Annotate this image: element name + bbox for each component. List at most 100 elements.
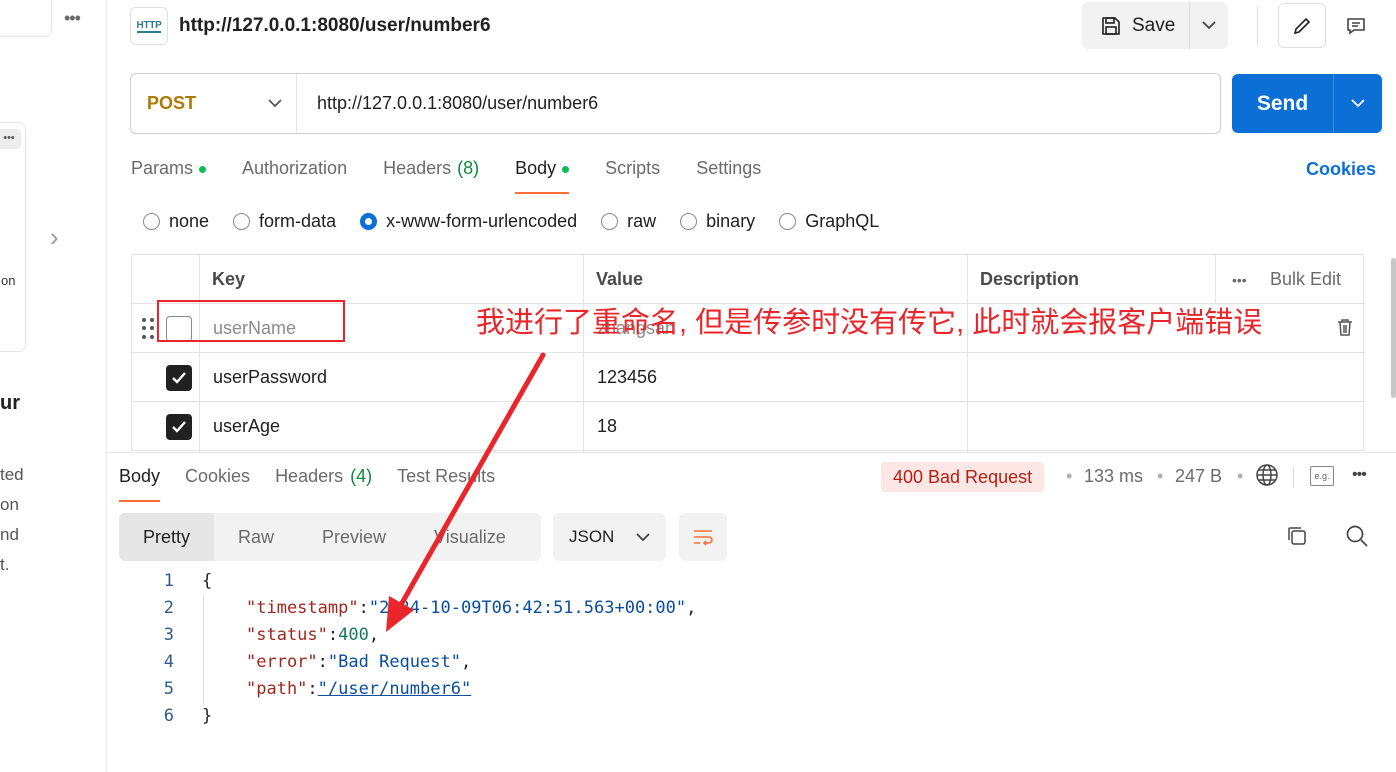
- annotation-text: 我进行了重命名, 但是传参时没有传它, 此时就会报客户端错误: [476, 307, 1263, 339]
- format-raw[interactable]: Raw: [214, 513, 298, 561]
- comments-button[interactable]: [1334, 3, 1378, 48]
- card-more-icon[interactable]: •••: [0, 129, 21, 149]
- url-bar: POST http://127.0.0.1:8080/user/number6: [130, 73, 1221, 134]
- body-active-dot: [562, 166, 570, 173]
- row-checkbox[interactable]: [166, 413, 192, 440]
- code-line: 4 "error": "Bad Request",: [163, 651, 472, 672]
- chevron-down-icon: [268, 99, 282, 108]
- tab-scripts[interactable]: Scripts: [605, 158, 660, 194]
- response-tab-headers[interactable]: Headers (4): [275, 466, 372, 502]
- more-options-icon[interactable]: •••: [1352, 466, 1367, 484]
- code-line: 2 "timestamp": "2024-10-09T06:42:51.563+0…: [163, 597, 697, 618]
- tab-authorization[interactable]: Authorization: [242, 158, 347, 194]
- tab-params[interactable]: Params: [131, 158, 207, 194]
- format-tabs: Pretty Raw Preview Visualize: [119, 513, 541, 561]
- save-example-icon[interactable]: e.g.: [1310, 466, 1334, 486]
- copy-icon[interactable]: [1285, 524, 1309, 548]
- format-preview[interactable]: Preview: [298, 513, 410, 561]
- tab-headers[interactable]: Headers (8): [383, 158, 479, 194]
- save-options-dropdown[interactable]: [1190, 21, 1228, 30]
- code-line: 3 "status": 400,: [163, 624, 380, 645]
- description-column-header: Description: [980, 269, 1080, 289]
- chevron-down-icon: [1202, 21, 1216, 30]
- tab-body[interactable]: Body: [515, 158, 570, 194]
- wrap-icon: [694, 530, 713, 546]
- language-select[interactable]: JSON: [553, 513, 666, 561]
- radio-binary[interactable]: binary: [680, 211, 755, 232]
- edit-button[interactable]: [1278, 3, 1326, 48]
- code-line: 6}: [163, 705, 213, 726]
- radio-none[interactable]: none: [143, 211, 209, 232]
- wrap-lines-button[interactable]: [679, 513, 727, 561]
- code-line: 5 "path": "/user/number6": [163, 678, 472, 699]
- trash-icon[interactable]: [1336, 317, 1354, 337]
- key-column-header: Key: [212, 269, 246, 289]
- sidebar-heading: ur: [0, 392, 20, 414]
- param-key[interactable]: userPassword: [213, 353, 327, 402]
- response-divider[interactable]: [107, 452, 1396, 453]
- radio-form-data[interactable]: form-data: [233, 211, 336, 232]
- checkmark-icon: [172, 421, 186, 433]
- response-tabs: Body Cookies Headers (4) Test Results: [119, 466, 520, 502]
- comment-icon: [1347, 17, 1365, 35]
- chevron-right-icon[interactable]: ›: [50, 222, 59, 253]
- sidebar-line-2: on: [0, 495, 19, 514]
- more-options-icon[interactable]: •••: [64, 8, 81, 29]
- param-value[interactable]: 18: [597, 402, 617, 451]
- tab-settings[interactable]: Settings: [696, 158, 761, 194]
- response-tab-body[interactable]: Body: [119, 466, 161, 502]
- code-line: 1{: [163, 570, 213, 591]
- card-text: on: [1, 273, 16, 288]
- status-badge[interactable]: 400 Bad Request: [881, 462, 1045, 492]
- radio-x-www-form-urlencoded[interactable]: x-www-form-urlencoded: [360, 211, 577, 232]
- sidebar-search-box[interactable]: [0, 0, 52, 37]
- sidebar-line-1: ted: [0, 465, 24, 484]
- save-icon: [1102, 16, 1120, 35]
- checkmark-icon: [172, 372, 186, 384]
- chevron-down-icon: [636, 532, 650, 541]
- more-icon[interactable]: •••: [1232, 255, 1247, 304]
- send-button[interactable]: Send: [1232, 74, 1334, 133]
- format-pretty[interactable]: Pretty: [119, 513, 215, 561]
- response-size[interactable]: 247 B: [1175, 466, 1222, 487]
- body-type-radios: none form-data x-www-form-urlencoded raw…: [143, 211, 903, 232]
- search-icon[interactable]: [1345, 524, 1369, 548]
- table-row: userAge 18: [132, 402, 1365, 451]
- response-tab-test-results[interactable]: Test Results: [397, 466, 495, 502]
- bulk-edit-button[interactable]: Bulk Edit: [1270, 255, 1341, 304]
- table-header-row: Key Value Description ••• Bulk Edit: [132, 255, 1365, 304]
- param-key[interactable]: userAge: [213, 402, 280, 451]
- format-visualize[interactable]: Visualize: [410, 513, 530, 561]
- response-time[interactable]: 133 ms: [1084, 466, 1143, 487]
- chevron-down-icon: [1351, 99, 1365, 108]
- table-row: userPassword 123456: [132, 353, 1365, 402]
- method-select[interactable]: POST: [131, 74, 297, 133]
- annotation-highlight-box: [157, 300, 345, 342]
- param-value[interactable]: 123456: [597, 353, 657, 402]
- radio-raw[interactable]: raw: [601, 211, 656, 232]
- sidebar-line-4: t.: [0, 555, 10, 574]
- sidebar-panel: ••• ••• on › ur ted on nd t.: [0, 0, 107, 772]
- http-request-icon: HTTP: [130, 7, 168, 45]
- row-checkbox[interactable]: [166, 364, 192, 391]
- globe-icon[interactable]: [1255, 463, 1279, 487]
- scrollbar[interactable]: [1391, 258, 1396, 398]
- params-active-dot: [199, 166, 207, 173]
- sidebar-card: ••• on: [0, 122, 26, 352]
- response-tab-cookies[interactable]: Cookies: [185, 466, 250, 502]
- sidebar-line-3: nd: [0, 525, 19, 544]
- drag-handle-icon[interactable]: [142, 318, 154, 340]
- params-table: Key Value Description ••• Bulk Edit user…: [131, 254, 1365, 452]
- radio-graphql[interactable]: GraphQL: [779, 211, 879, 232]
- cookies-link[interactable]: Cookies: [1306, 159, 1376, 180]
- url-input[interactable]: http://127.0.0.1:8080/user/number6: [297, 93, 598, 114]
- pencil-icon: [1293, 17, 1311, 34]
- send-button-group: Send: [1232, 74, 1382, 133]
- response-body-code[interactable]: 1{ 2 "timestamp": "2024-10-09T06:42:51.56…: [150, 567, 697, 729]
- value-column-header: Value: [596, 269, 644, 289]
- send-options-dropdown[interactable]: [1334, 99, 1382, 108]
- header-divider: [1257, 6, 1258, 46]
- request-tabs: Params Authorization Headers (8) Body Scr…: [131, 158, 797, 194]
- save-button[interactable]: Save: [1082, 2, 1190, 49]
- request-title[interactable]: http://127.0.0.1:8080/user/number6: [179, 15, 491, 37]
